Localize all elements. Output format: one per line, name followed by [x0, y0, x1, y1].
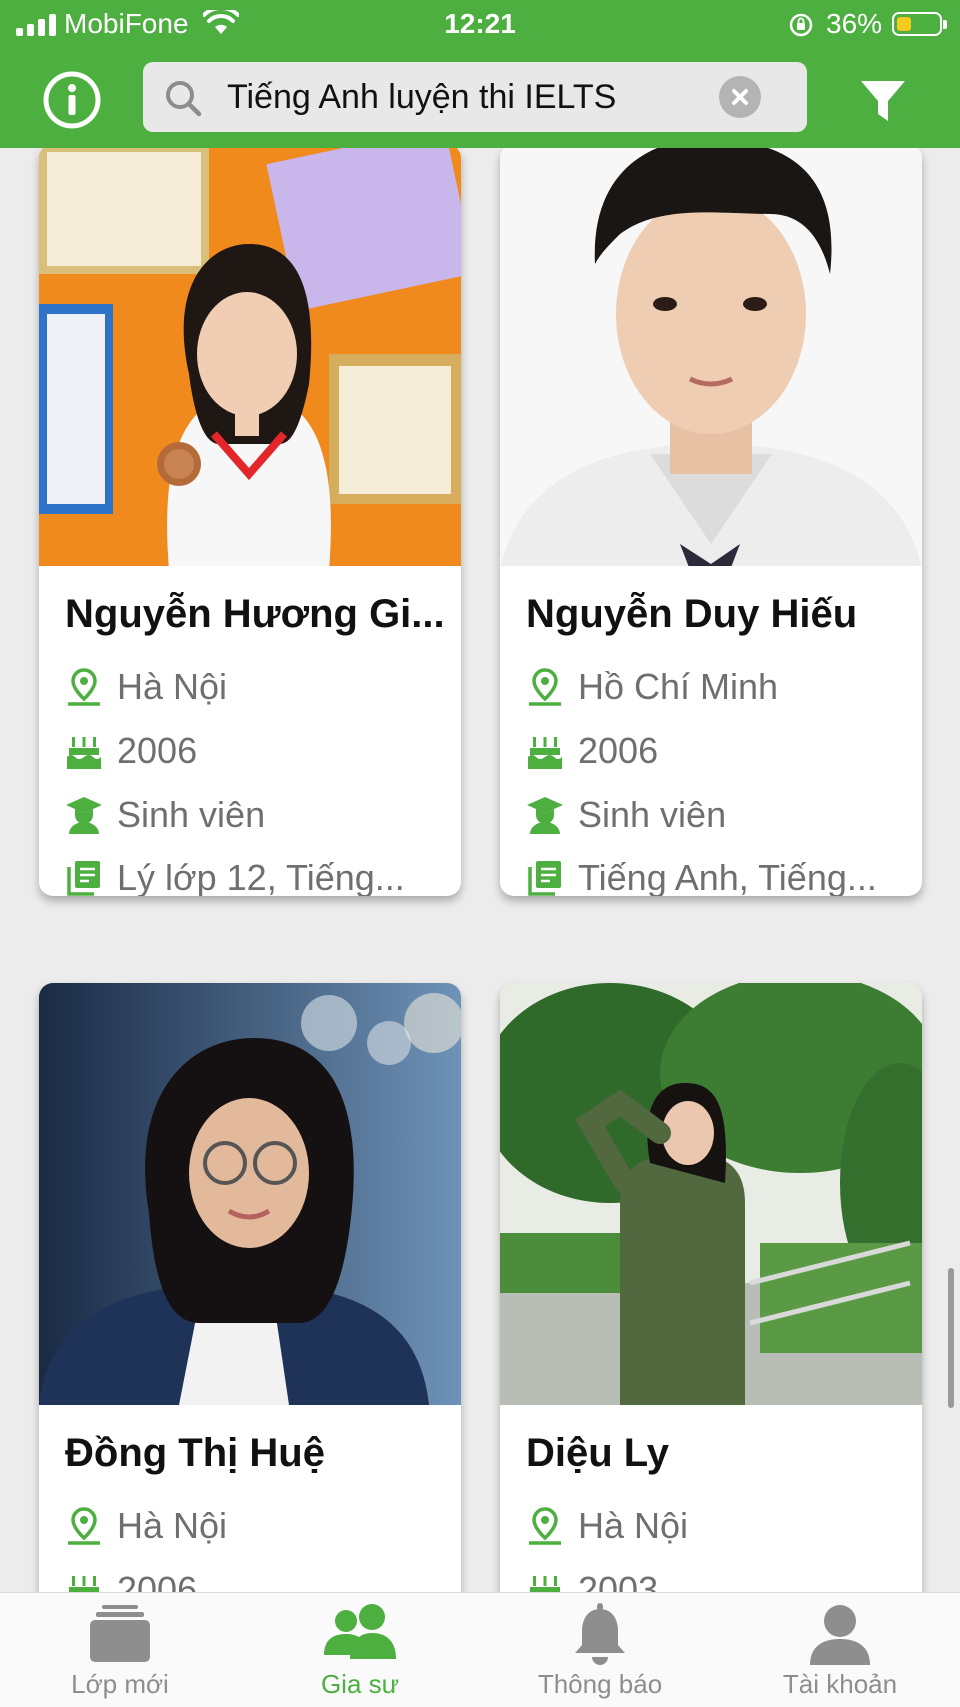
- location-icon: [529, 668, 561, 706]
- tutor-name: Đồng Thị Huệ: [65, 1431, 325, 1475]
- tutor-card[interactable]: Diệu Ly Hà Nội 2003: [500, 983, 922, 1592]
- subjects-text: Tiếng Anh, Tiếng...: [578, 857, 877, 896]
- info-icon[interactable]: [42, 70, 102, 130]
- location-icon: [68, 668, 100, 706]
- graduation-cap-icon: [66, 797, 102, 834]
- subjects-text: Lý lớp 12, Tiếng...: [117, 857, 405, 896]
- birth-year-row: 2006: [526, 726, 906, 776]
- clock: 12:21: [444, 8, 516, 39]
- rotation-lock-icon: [789, 13, 813, 37]
- subjects-row: Lý lớp 12, Tiếng...: [65, 853, 445, 896]
- search-input[interactable]: [227, 72, 727, 122]
- tutor-name: Nguyễn Duy Hiếu: [526, 592, 858, 636]
- location-icon: [529, 1507, 561, 1545]
- occupation-text: Sinh viên: [578, 794, 727, 835]
- birth-year-text: 2006: [578, 730, 659, 771]
- birthday-cake-icon: [530, 1576, 560, 1592]
- location-text: Hà Nội: [578, 1505, 689, 1546]
- tutor-card[interactable]: Nguyễn Duy Hiếu Hồ Chí Minh 2006 Sinh vi…: [500, 148, 922, 896]
- header: MobiFone 12:21 36%: [0, 0, 960, 148]
- tutors-icon: [324, 1604, 396, 1659]
- tutor-photo: [500, 983, 922, 1405]
- bottom-tab-bar: Lớp mới Gia sư Thông báo Tài khoản: [0, 1592, 960, 1707]
- occupation-row: Sinh viên: [526, 790, 906, 840]
- location-text: Hà Nội: [117, 666, 228, 707]
- tutor-card[interactable]: Nguyễn Hương Gi... Hà Nội 2006 Sinh viên…: [39, 148, 461, 896]
- clear-icon: [732, 89, 748, 105]
- tutor-photo: [39, 148, 461, 566]
- subjects-row: Tiếng Anh, Tiếng...: [526, 853, 906, 896]
- search-icon: [166, 81, 202, 117]
- tutor-name: Nguyễn Hương Gi...: [65, 592, 445, 636]
- location-row: Hà Nội: [526, 1501, 906, 1551]
- occupation-text: Sinh viên: [117, 794, 266, 835]
- graduation-cap-icon: [527, 797, 563, 834]
- birth-year-text: 2003: [578, 1569, 659, 1592]
- tab-label: Thông báo: [537, 1669, 663, 1699]
- tab-new-classes[interactable]: Lớp mới: [0, 1593, 240, 1707]
- location-row: Hà Nội: [65, 662, 445, 712]
- birthday-cake-icon: [67, 737, 101, 769]
- tab-label: Gia sư: [320, 1669, 400, 1699]
- tab-notifications[interactable]: Thông báo: [480, 1593, 720, 1707]
- birth-year-text: 2006: [117, 730, 198, 771]
- tab-label: Lớp mới: [71, 1669, 169, 1699]
- tutor-name: Diệu Ly: [526, 1431, 669, 1475]
- birthday-cake-icon: [528, 737, 562, 769]
- tutor-search-screen: MobiFone 12:21 36% Tiếng Anh luyện thi I…: [0, 0, 960, 1707]
- location-text: Hồ Chí Minh: [578, 666, 779, 707]
- battery-percent: 36%: [826, 8, 883, 39]
- location-row: Hồ Chí Minh: [526, 662, 906, 712]
- tutor-list[interactable]: Nguyễn Hương Gi... Hà Nội 2006 Sinh viên…: [0, 148, 960, 1592]
- location-text: Hà Nội: [117, 1505, 228, 1546]
- subjects-book-icon: [67, 861, 100, 896]
- occupation-row: Sinh viên: [65, 790, 445, 840]
- tab-tutors[interactable]: Gia sư: [240, 1593, 480, 1707]
- tutor-photo: [39, 983, 461, 1405]
- tab-label: Tài khoản: [782, 1669, 898, 1699]
- tab-account[interactable]: Tài khoản: [720, 1593, 960, 1707]
- clear-search-button[interactable]: [719, 76, 761, 118]
- filter-icon[interactable]: [858, 76, 908, 126]
- classes-icon: [90, 1605, 150, 1662]
- birth-year-row: 2006: [65, 1565, 445, 1592]
- birth-year-row: 2003: [526, 1565, 906, 1592]
- search-bar[interactable]: [143, 62, 807, 132]
- bell-icon: [575, 1603, 625, 1665]
- birth-year-row: 2006: [65, 726, 445, 776]
- location-icon: [68, 1507, 100, 1545]
- subjects-book-icon: [528, 861, 561, 896]
- tutor-card[interactable]: Đồng Thị Huệ Hà Nội 2006: [39, 983, 461, 1592]
- scrollbar[interactable]: [948, 1268, 954, 1408]
- birthday-cake-icon: [69, 1576, 99, 1592]
- battery-icon: [892, 12, 947, 36]
- account-icon: [810, 1605, 870, 1665]
- birth-year-text: 2006: [117, 1569, 198, 1592]
- location-row: Hà Nội: [65, 1501, 445, 1551]
- tutor-photo: [500, 148, 922, 566]
- status-bar: MobiFone 12:21 36%: [0, 0, 960, 50]
